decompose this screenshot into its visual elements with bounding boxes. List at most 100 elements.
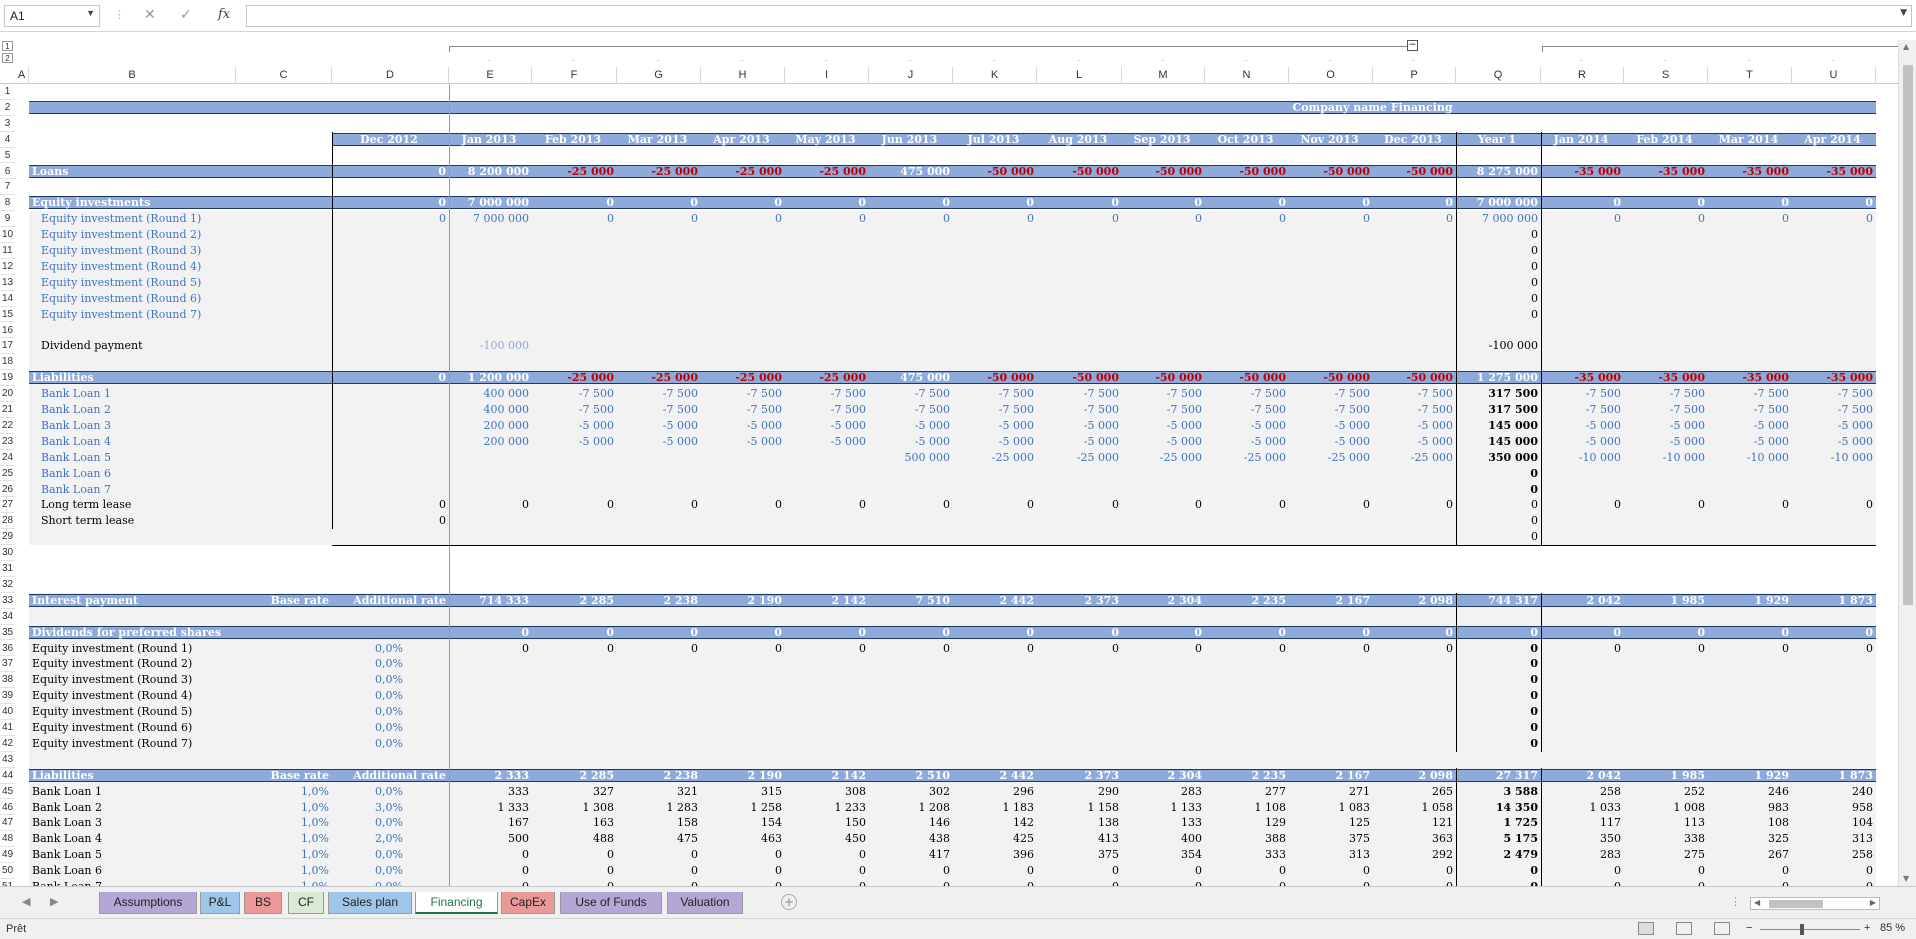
row-header-4[interactable]: 4 (0, 131, 15, 148)
row-header-39[interactable]: 39 (0, 688, 15, 705)
col-header-u[interactable]: U (1792, 67, 1876, 84)
col-header-f[interactable]: F (532, 67, 617, 84)
zoom-in-button[interactable]: + (1864, 922, 1870, 934)
scroll-left-icon[interactable]: ◀ (1754, 898, 1760, 907)
row-header-1[interactable]: 1 (0, 84, 15, 100)
row-header-34[interactable]: 34 (0, 608, 15, 625)
tab-use-of-funds[interactable]: Use of Funds (560, 892, 662, 914)
tab-capex[interactable]: CapEx (501, 892, 555, 914)
zoom-level[interactable]: 85 % (1880, 922, 1905, 934)
row-header-23[interactable]: 23 (0, 433, 15, 450)
tab-bs[interactable]: BS (244, 892, 282, 914)
col-header-e[interactable]: E (449, 67, 532, 84)
row-header-21[interactable]: 21 (0, 402, 15, 418)
row-header-12[interactable]: 12 (0, 258, 15, 275)
row-header-20[interactable]: 20 (0, 386, 15, 402)
row-header-38[interactable]: 38 (0, 672, 15, 689)
row-header-26[interactable]: 26 (0, 481, 15, 498)
row-header-22[interactable]: 22 (0, 417, 15, 434)
row-header-18[interactable]: 18 (0, 354, 15, 371)
tab-sales-plan[interactable]: Sales plan (328, 892, 412, 914)
row-header-2[interactable]: 2 (0, 99, 15, 116)
tab-financing[interactable]: Financing (415, 892, 498, 914)
outline-level-1-button[interactable]: 1 (2, 41, 13, 51)
vertical-scrollbar[interactable]: ▲ ▼ (1898, 40, 1916, 886)
row-header-41[interactable]: 41 (0, 720, 15, 736)
col-header-q[interactable]: Q (1456, 67, 1541, 84)
row-header-29[interactable]: 29 (0, 529, 15, 546)
h-scroll-thumb[interactable] (1769, 900, 1823, 908)
row-header-24[interactable]: 24 (0, 449, 15, 466)
row-header-50[interactable]: 50 (0, 863, 15, 879)
horizontal-scrollbar[interactable]: ◀ ▶ (1750, 897, 1880, 910)
row-header-28[interactable]: 28 (0, 513, 15, 530)
insert-function-icon[interactable]: fx (218, 7, 230, 22)
col-header-k[interactable]: K (953, 67, 1037, 84)
normal-view-icon[interactable] (1638, 922, 1654, 935)
tab-assumptions[interactable]: Assumptions (99, 892, 197, 914)
row-header-7[interactable]: 7 (0, 179, 15, 196)
row-header-6[interactable]: 6 (0, 163, 15, 180)
row-header-43[interactable]: 43 (0, 751, 15, 768)
row-header-37[interactable]: 37 (0, 656, 15, 673)
col-header-s[interactable]: S (1624, 67, 1708, 84)
row-header-27[interactable]: 27 (0, 497, 15, 514)
tab-splitter-icon[interactable]: ⋮ (1730, 895, 1741, 908)
outline-level-2-button[interactable]: 2 (2, 53, 13, 63)
page-break-view-icon[interactable] (1714, 922, 1730, 935)
row-header-36[interactable]: 36 (0, 640, 15, 657)
tab-valuation[interactable]: Valuation (667, 892, 743, 914)
col-header-n[interactable]: N (1205, 67, 1289, 84)
row-header-13[interactable]: 13 (0, 274, 15, 291)
row-header-33[interactable]: 33 (0, 592, 15, 609)
row-header-32[interactable]: 32 (0, 576, 15, 593)
row-header-8[interactable]: 8 (0, 195, 15, 212)
row-header-11[interactable]: 11 (0, 243, 15, 259)
chevron-down-icon[interactable]: ▼ (86, 8, 95, 18)
prev-sheet-icon[interactable]: ◀ (22, 895, 30, 908)
tab-cf[interactable]: CF (288, 892, 324, 914)
zoom-slider-knob[interactable] (1800, 924, 1804, 935)
row-header-16[interactable]: 16 (0, 322, 15, 339)
col-header-o[interactable]: O (1289, 67, 1373, 84)
expand-formula-icon[interactable]: ▼ (1900, 8, 1907, 18)
row-header-48[interactable]: 48 (0, 831, 15, 848)
col-header-r[interactable]: R (1541, 67, 1624, 84)
scroll-up-icon[interactable]: ▲ (1903, 42, 1909, 51)
row-header-17[interactable]: 17 (0, 338, 15, 355)
add-sheet-icon[interactable]: + (781, 894, 797, 910)
name-box[interactable]: A1 ▼ (4, 5, 100, 27)
col-header-t[interactable]: T (1708, 67, 1792, 84)
row-header-5[interactable]: 5 (0, 147, 15, 164)
row-header-3[interactable]: 3 (0, 115, 15, 132)
col-header-h[interactable]: H (701, 67, 785, 84)
row-header-49[interactable]: 49 (0, 847, 15, 864)
cancel-icon[interactable]: ✕ (144, 7, 156, 23)
sheet-grid[interactable]: Company name Financing Dec 2012 Jan 2013 Fe… (15, 84, 1898, 886)
row-header-15[interactable]: 15 (0, 306, 15, 323)
row-header-14[interactable]: 14 (0, 290, 15, 307)
row-header-46[interactable]: 46 (0, 799, 15, 816)
col-header-c[interactable]: C (236, 67, 332, 84)
row-header-44[interactable]: 44 (0, 767, 15, 784)
row-header-10[interactable]: 10 (0, 227, 15, 243)
row-header-30[interactable]: 30 (0, 545, 15, 561)
col-header-a[interactable]: A (15, 67, 29, 84)
scroll-right-icon[interactable]: ▶ (1870, 898, 1876, 907)
row-header-45[interactable]: 45 (0, 783, 15, 800)
row-header-25[interactable]: 25 (0, 465, 15, 482)
row-header-9[interactable]: 9 (0, 211, 15, 228)
collapse-group-button[interactable]: − (1407, 40, 1418, 51)
col-header-g[interactable]: G (617, 67, 701, 84)
col-header-j[interactable]: J (869, 67, 953, 84)
row-header-47[interactable]: 47 (0, 815, 15, 832)
row-header-40[interactable]: 40 (0, 704, 15, 720)
col-header-d[interactable]: D (332, 67, 449, 84)
row-header-42[interactable]: 42 (0, 735, 15, 752)
col-header-b[interactable]: B (29, 67, 236, 84)
col-header-l[interactable]: L (1037, 67, 1122, 84)
zoom-slider[interactable] (1760, 924, 1860, 935)
col-header-i[interactable]: I (785, 67, 869, 84)
row-header-31[interactable]: 31 (0, 561, 15, 577)
row-header-19[interactable]: 19 (0, 370, 15, 387)
